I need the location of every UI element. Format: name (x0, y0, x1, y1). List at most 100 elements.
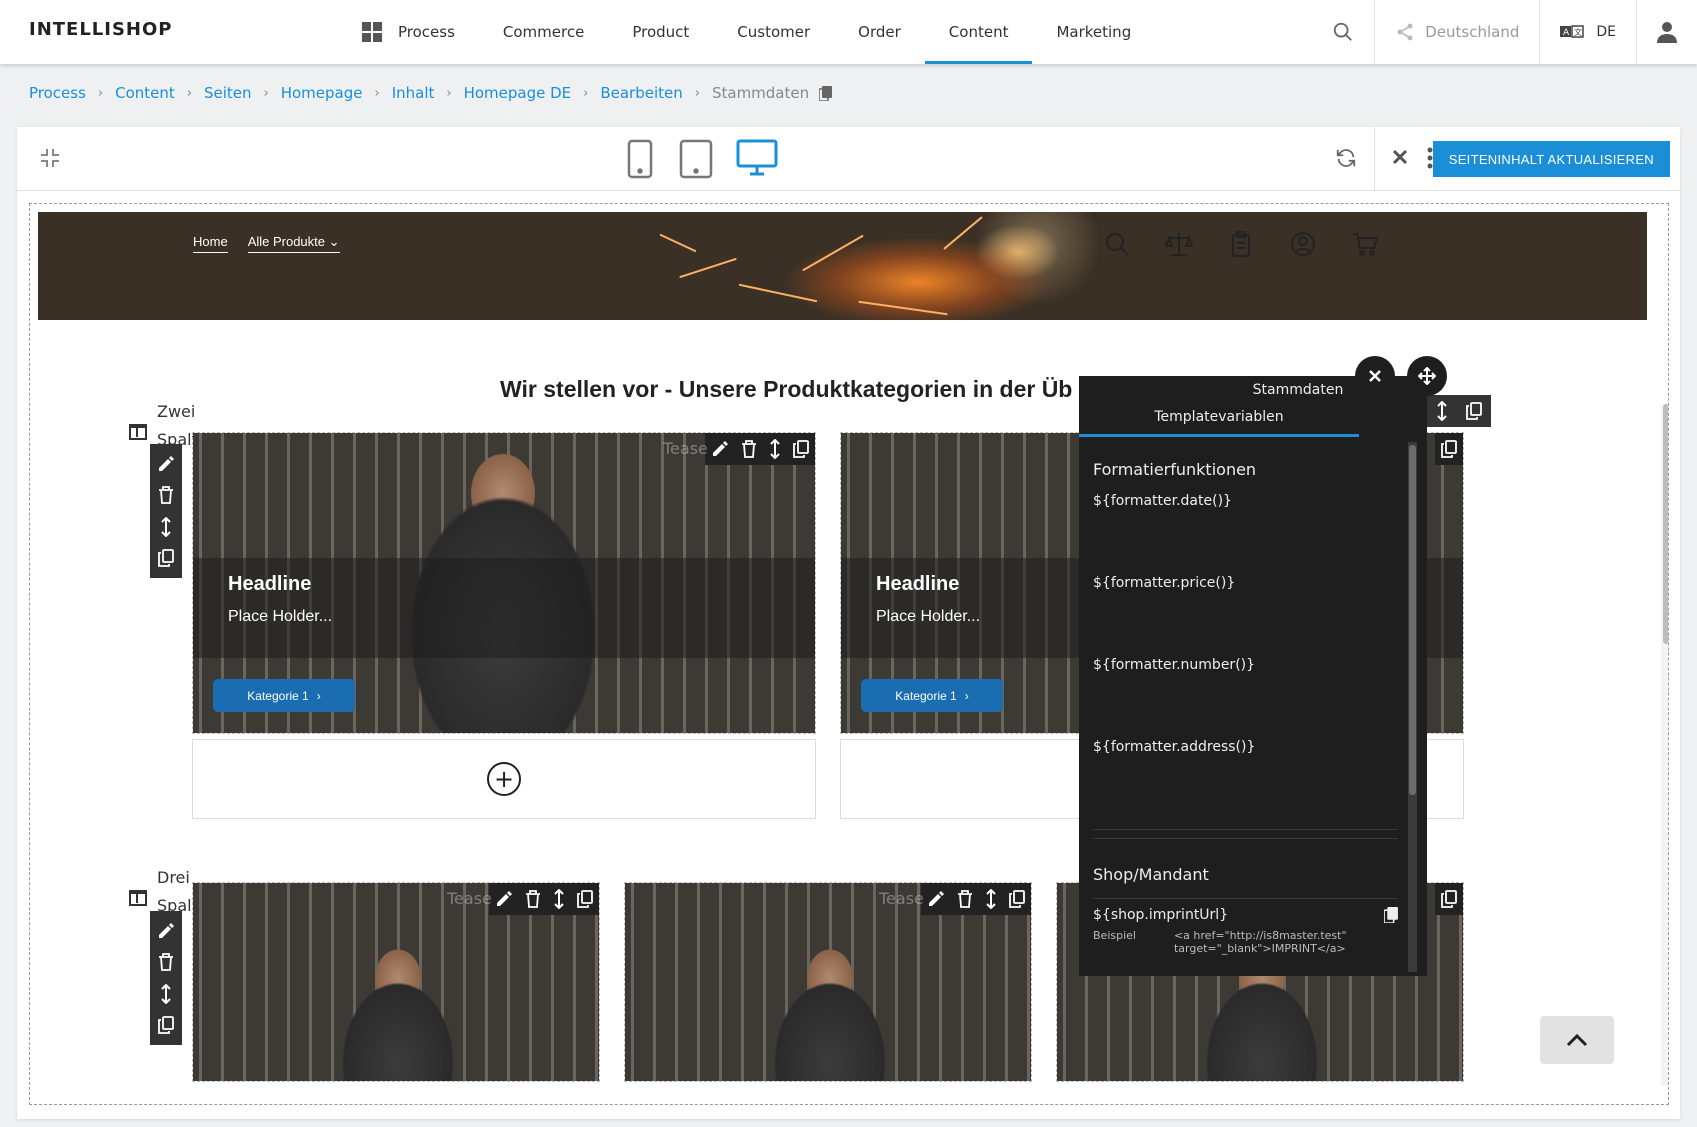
copy-icon (158, 1016, 174, 1035)
teaser-card[interactable]: Headline Place Holder... Kategorie 1 › Te… (192, 432, 816, 734)
refresh-icon (1336, 149, 1356, 167)
compare-scale-icon[interactable] (1165, 230, 1193, 258)
teaser-category-button[interactable]: Kategorie 1 › (213, 679, 355, 712)
section-title: Wir stellen vor - Unsere Produktkategori… (500, 376, 1073, 402)
search-icon[interactable] (1103, 230, 1131, 258)
share-icon (1397, 23, 1413, 41)
teaser-card[interactable]: Tease (192, 882, 600, 1082)
trash-icon[interactable] (957, 890, 973, 908)
scroll-to-top-button[interactable] (1540, 1016, 1614, 1064)
teaser-card[interactable]: Tease (624, 882, 1032, 1082)
language-label: DE (1596, 24, 1616, 40)
delete-button[interactable] (158, 947, 174, 979)
variable-item[interactable]: ${formatter.number()} (1093, 657, 1398, 673)
search-button[interactable] (1312, 0, 1374, 64)
device-desktop-button[interactable] (736, 139, 778, 177)
nav-commerce[interactable]: Commerce (479, 0, 608, 64)
collapse-button[interactable] (39, 147, 61, 169)
shop-nav: Home Alle Produkte ⌄ (193, 234, 340, 253)
search-icon (1334, 22, 1353, 41)
translate-icon: A文 (1560, 25, 1585, 38)
edit-button[interactable] (157, 915, 175, 947)
columns-icon (129, 424, 147, 440)
panel-scrollbar[interactable] (1408, 442, 1417, 972)
move-vertical-icon[interactable] (553, 889, 565, 909)
breadcrumb-content[interactable]: Content (115, 84, 175, 102)
teaser-headline: Headline (876, 573, 960, 595)
nav-content[interactable]: Content (924, 0, 1033, 64)
trash-icon[interactable] (741, 440, 757, 458)
move-vertical-icon[interactable] (769, 439, 781, 459)
device-mobile-button[interactable] (627, 139, 653, 179)
nav-customer[interactable]: Customer (713, 0, 834, 64)
move-button[interactable] (160, 978, 172, 1010)
refresh-button[interactable] (1335, 147, 1357, 169)
breadcrumb-inhalt[interactable]: Inhalt (392, 84, 435, 102)
breadcrumb-seiten[interactable]: Seiten (204, 84, 252, 102)
nav-product[interactable]: Product (608, 0, 713, 64)
chevron-up-icon (1566, 1033, 1588, 1047)
scrollbar-thumb[interactable] (1663, 404, 1668, 644)
copy-icon[interactable] (1384, 907, 1398, 923)
panel-body: Formatierfunktionen ${formatter.date()} … (1079, 442, 1412, 972)
chevron-right-icon: › (374, 85, 380, 101)
editor-toolbar: SEITENINHALT AKTUALISIEREN (17, 127, 1680, 191)
panel-move-button[interactable] (1407, 356, 1447, 396)
nav-order[interactable]: Order (834, 0, 925, 64)
breadcrumb-homepage-de[interactable]: Homepage DE (464, 84, 572, 102)
cart-icon[interactable] (1351, 230, 1379, 258)
copy-icon[interactable] (1009, 890, 1025, 908)
device-tablet-button[interactable] (679, 139, 713, 179)
copy-icon[interactable] (793, 440, 809, 458)
copy-button[interactable] (158, 1010, 174, 1042)
variable-item[interactable]: ${formatter.address()} (1093, 739, 1398, 755)
clipboard-icon[interactable] (1227, 230, 1255, 258)
pencil-icon[interactable] (711, 440, 729, 458)
section-shop-heading: Shop/Mandant (1093, 865, 1209, 884)
panel-close-button[interactable] (1355, 356, 1395, 396)
copy-icon[interactable] (1441, 440, 1457, 458)
delete-button[interactable] (158, 480, 174, 512)
collapse-icon (41, 149, 59, 167)
copy-icon[interactable] (1466, 402, 1482, 420)
close-button[interactable] (1392, 149, 1408, 165)
country-selector[interactable]: Deutschland (1374, 0, 1539, 64)
chevron-right-icon: › (964, 688, 969, 703)
update-page-content-button[interactable]: SEITENINHALT AKTUALISIEREN (1432, 141, 1670, 177)
move-vertical-icon[interactable] (985, 889, 997, 909)
breadcrumb-bearbeiten[interactable]: Bearbeiten (600, 84, 682, 102)
copy-icon[interactable] (577, 890, 593, 908)
pencil-icon[interactable] (495, 890, 513, 908)
teaser-category-button[interactable]: Kategorie 1 › (861, 679, 1003, 712)
canvas-scrollbar[interactable] (1661, 404, 1668, 1086)
copy-icon[interactable] (819, 85, 833, 101)
scrollbar-thumb[interactable] (1409, 445, 1416, 795)
move-button[interactable] (160, 511, 172, 543)
trash-icon[interactable] (525, 890, 541, 908)
add-element-button[interactable]: + (487, 762, 521, 796)
section-formatter-heading: Formatierfunktionen (1093, 460, 1257, 479)
language-selector[interactable]: A文 DE (1539, 0, 1636, 64)
pencil-icon[interactable] (927, 890, 945, 908)
copy-button[interactable] (158, 543, 174, 575)
close-icon (1392, 149, 1408, 165)
move-vertical-icon (161, 983, 171, 1004)
variable-item[interactable]: ${shop.imprintUrl} (1093, 907, 1398, 923)
teaser-ghost-label: Tease (879, 889, 924, 908)
move-vertical-icon[interactable] (1436, 401, 1448, 421)
user-menu[interactable] (1636, 0, 1697, 64)
variable-item[interactable]: ${formatter.price()} (1093, 575, 1398, 591)
account-icon[interactable] (1289, 230, 1317, 258)
shop-nav-home[interactable]: Home (193, 234, 228, 253)
teaser-ghost-label: Tease (663, 439, 708, 458)
breadcrumb-homepage[interactable]: Homepage (281, 84, 363, 102)
nav-process[interactable]: Process (338, 0, 479, 64)
edit-button[interactable] (157, 448, 175, 480)
teaser-tools (1435, 883, 1463, 915)
shop-nav-all-products[interactable]: Alle Produkte ⌄ (247, 234, 340, 253)
variable-item[interactable]: ${formatter.date()} (1093, 493, 1398, 509)
copy-icon[interactable] (1441, 890, 1457, 908)
nav-marketing[interactable]: Marketing (1032, 0, 1155, 64)
tab-templatevariablen[interactable]: Templatevariablen (1079, 409, 1359, 437)
breadcrumb-process[interactable]: Process (29, 84, 86, 102)
